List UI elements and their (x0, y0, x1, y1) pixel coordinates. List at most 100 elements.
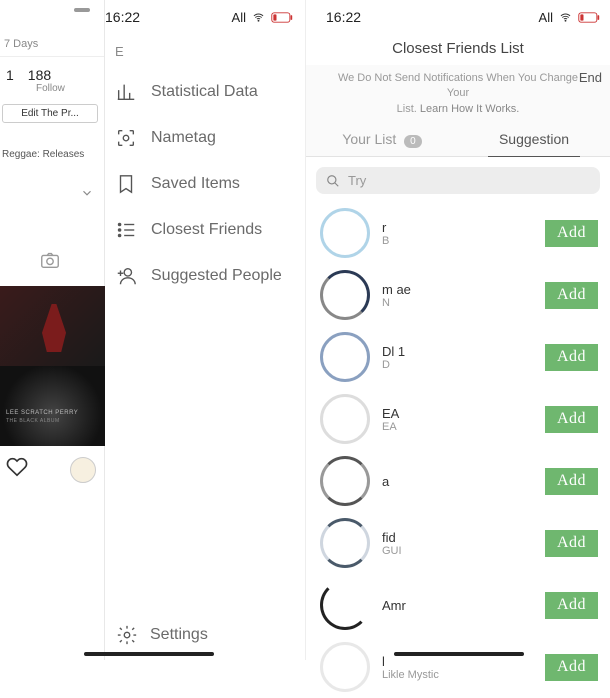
add-button[interactable]: Add (545, 220, 598, 247)
menu-header-label: E (105, 28, 305, 69)
username: Amr (382, 598, 533, 613)
tab-badge: 0 (404, 135, 422, 148)
username: m ae (382, 282, 533, 297)
list-item: EAEA Add (306, 388, 610, 450)
post-thumbnail[interactable]: LEE SCRATCH PERRY THE BLACK ALBUM (0, 366, 105, 446)
username: EA (382, 406, 533, 421)
wifi-icon (251, 12, 266, 23)
list-item: Amr Add (306, 574, 610, 636)
subtext: D (382, 359, 533, 371)
thumb-caption: THE BLACK ALBUM (6, 418, 60, 424)
follow-label: Follow (0, 83, 104, 94)
thumb-caption: LEE SCRATCH PERRY (6, 410, 78, 416)
search-input[interactable]: Try (316, 167, 600, 194)
menu-label: Suggested People (151, 267, 282, 285)
wifi-icon (558, 12, 573, 23)
list-item-text: rB (382, 220, 533, 247)
stat-1: 1 (6, 67, 14, 83)
menu-label: Nametag (151, 129, 216, 147)
avatar-ring[interactable] (320, 580, 370, 630)
menu-label: Saved Items (151, 175, 240, 193)
page-title: Closest Friends List (306, 40, 610, 57)
username: fid (382, 530, 533, 545)
done-button[interactable]: End (579, 70, 602, 85)
menu-label: Statistical Data (151, 83, 258, 101)
list-item: rB Add (306, 202, 610, 264)
chevron-down-icon[interactable] (0, 168, 104, 205)
add-button[interactable]: Add (545, 344, 598, 371)
tabs: Your List 0 Suggestion (306, 121, 610, 157)
add-button[interactable]: Add (545, 468, 598, 495)
list-icon (115, 219, 137, 241)
camera-icon[interactable] (0, 205, 104, 276)
search-icon (326, 174, 340, 188)
status-net: All (232, 10, 246, 25)
profile-strip: 7 Days 1 188 Follow Edit The Pr... Regga… (0, 0, 105, 660)
subtext: GUI (382, 545, 533, 557)
post-grid: LEE SCRATCH PERRY THE BLACK ALBUM (0, 286, 104, 446)
add-button[interactable]: Add (545, 530, 598, 557)
page-header: Closest Friends List End (306, 28, 610, 65)
settings-label: Settings (150, 626, 208, 644)
status-time: 16:22 (326, 9, 361, 25)
tab-label: Your List (342, 131, 396, 147)
list-item: m aeN Add (306, 264, 610, 326)
days-label: 7 Days (0, 30, 104, 57)
chart-icon (115, 81, 137, 103)
list-item: fidGUI Add (306, 512, 610, 574)
tab-your-list[interactable]: Your List 0 (306, 121, 458, 156)
add-button[interactable]: Add (545, 406, 598, 433)
menu-item-nametag[interactable]: Nametag (105, 115, 305, 161)
scan-icon (115, 127, 137, 149)
profile-avatar[interactable] (70, 457, 96, 483)
status-bar: 16:22 All (105, 0, 305, 28)
list-item: lLikle Mystic Add (306, 636, 610, 698)
suggestion-list: rBAddm aeNAddDl 1DAddEAEAAdda AddfidGUIA… (306, 202, 610, 698)
list-item: Dl 1D Add (306, 326, 610, 388)
avatar-ring[interactable] (320, 456, 370, 506)
username: a (382, 474, 533, 489)
gear-icon (116, 624, 138, 646)
search-placeholder: Try (348, 173, 366, 188)
subtext: Likle Mystic (382, 669, 533, 681)
edit-profile-button[interactable]: Edit The Pr... (2, 104, 98, 123)
battery-low-icon (578, 12, 600, 23)
notice-text: List. (397, 103, 417, 115)
avatar-ring[interactable] (320, 518, 370, 568)
add-button[interactable]: Add (545, 654, 598, 681)
avatar-ring[interactable] (320, 642, 370, 692)
bio-text: Reggae: Releases (0, 123, 104, 168)
subtext: B (382, 235, 533, 247)
add-button[interactable]: Add (545, 592, 598, 619)
menu-item-settings[interactable]: Settings (116, 624, 208, 646)
menu-item-closest-friends[interactable]: Closest Friends (105, 207, 305, 253)
learn-more-link[interactable]: Learn How It Works. (420, 103, 519, 115)
username: Dl 1 (382, 344, 533, 359)
stats-row: 1 188 (0, 57, 104, 85)
avatar-ring[interactable] (320, 394, 370, 444)
menu-item-suggested-people[interactable]: Suggested People (105, 253, 305, 299)
heart-icon[interactable] (6, 456, 28, 483)
minimize-handle (0, 0, 104, 30)
home-indicator (394, 652, 524, 656)
tab-label: Suggestion (499, 131, 569, 147)
list-item-text: lLikle Mystic (382, 654, 533, 681)
stat-2: 188 (28, 67, 51, 83)
notice-text: We Do Not Send Notifications When You Ch… (338, 72, 578, 99)
list-item-text: m aeN (382, 282, 533, 309)
list-item-text: Dl 1D (382, 344, 533, 371)
avatar-ring[interactable] (320, 332, 370, 382)
add-button[interactable]: Add (545, 282, 598, 309)
home-indicator (84, 652, 214, 656)
list-item-text: EAEA (382, 406, 533, 433)
avatar-ring[interactable] (320, 270, 370, 320)
status-bar: 16:22 All (306, 0, 610, 28)
menu-item-statistical-data[interactable]: Statistical Data (105, 69, 305, 115)
battery-low-icon (271, 12, 293, 23)
status-net: All (539, 10, 553, 25)
avatar-ring[interactable] (320, 208, 370, 258)
list-item-text: Amr (382, 598, 533, 613)
tab-suggestion[interactable]: Suggestion (458, 121, 610, 156)
menu-item-saved[interactable]: Saved Items (105, 161, 305, 207)
post-thumbnail[interactable] (0, 286, 105, 366)
